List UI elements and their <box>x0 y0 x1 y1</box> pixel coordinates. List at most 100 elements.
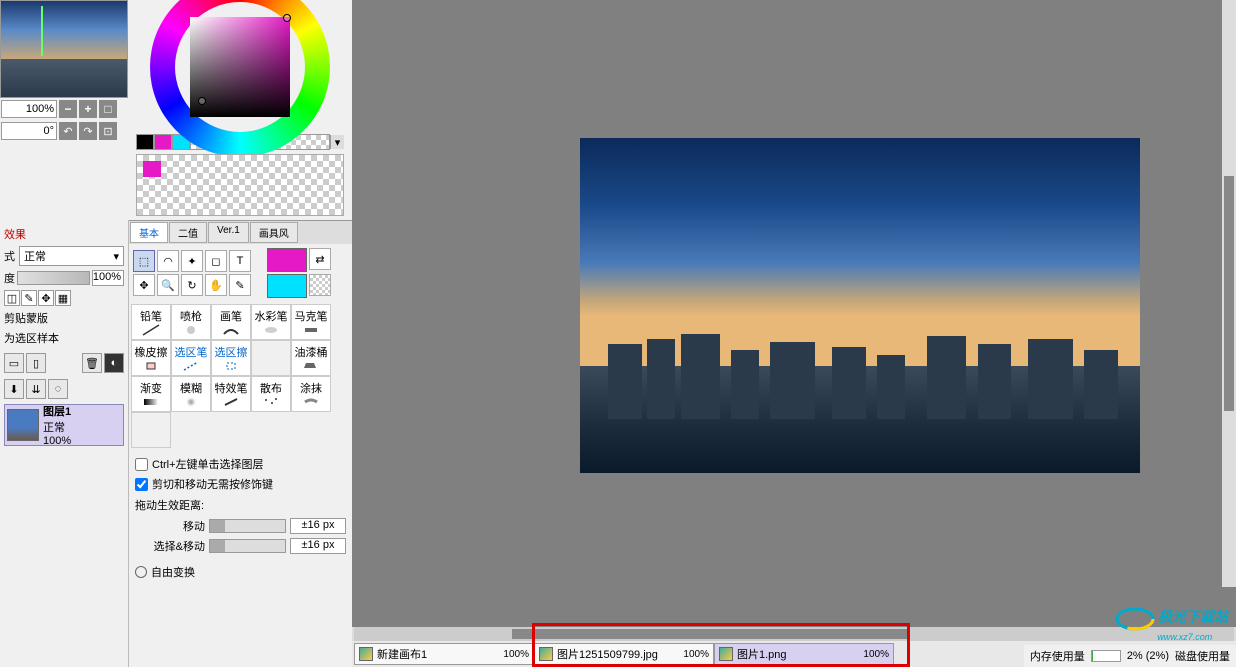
canvas-view[interactable] <box>352 0 1236 627</box>
brush-watercolor[interactable]: 水彩笔 <box>251 304 291 340</box>
layer-thumbnail <box>7 409 39 441</box>
rotate-cw-button[interactable]: ↷ <box>79 122 97 140</box>
opacity-slider[interactable] <box>17 271 90 285</box>
zoom-tool[interactable]: 🔍 <box>157 274 179 296</box>
tool-tabs: 基本 二值 Ver.1 画具风 <box>129 220 352 244</box>
lock-move-toggle[interactable]: ✥ <box>38 290 54 306</box>
swatch-menu-button[interactable]: ▾ <box>330 135 344 149</box>
cut-move-label: 剪切和移动无需按修饰键 <box>152 476 273 492</box>
tab-basic[interactable]: 基本 <box>130 222 168 243</box>
brush-blur[interactable]: 模糊 <box>171 376 211 412</box>
lock-all-toggle[interactable]: ▦ <box>55 290 71 306</box>
ctrl-click-label: Ctrl+左键单击选择图层 <box>152 456 264 472</box>
wand-tool[interactable]: ✦ <box>181 250 203 272</box>
bg-color-swatch[interactable] <box>267 274 307 298</box>
opacity-value[interactable]: 100% <box>92 270 124 286</box>
tab-binary[interactable]: 二值 <box>169 222 207 243</box>
transparent-toggle[interactable] <box>309 274 331 296</box>
layer-item[interactable]: 图层1 正常 100% <box>4 404 124 446</box>
brush-smudge[interactable]: 涂抹 <box>291 376 331 412</box>
watermark: 极光下载站 www.xz7.com <box>1115 606 1228 643</box>
opacity-label: 度 <box>4 270 15 286</box>
brush-fx[interactable]: 特效笔 <box>211 376 251 412</box>
blend-mode-dropdown[interactable]: 正常▾ <box>19 246 124 266</box>
doc-icon <box>719 647 733 661</box>
text-tool[interactable]: T <box>229 250 251 272</box>
brush-scatter[interactable]: 散布 <box>251 376 291 412</box>
mask-button[interactable]: ◐ <box>104 353 124 373</box>
zoom-fit-button[interactable]: □ <box>99 100 117 118</box>
new-layer-button[interactable]: ▭ <box>4 353 24 373</box>
delete-layer-button[interactable]: 🗑 <box>82 353 102 373</box>
fg-color-swatch[interactable] <box>267 248 307 272</box>
brush-empty1[interactable] <box>251 340 291 376</box>
zoom-out-button[interactable]: − <box>59 100 77 118</box>
marquee-tool[interactable]: ⬚ <box>133 250 155 272</box>
brush-pencil[interactable]: 铅笔 <box>131 304 171 340</box>
shape-tool[interactable]: ◻ <box>205 250 227 272</box>
brush-marker[interactable]: 马克笔 <box>291 304 331 340</box>
mem-label: 内存使用量 <box>1030 648 1085 664</box>
doc-tab-canvas1[interactable]: 新建画布1 100% <box>354 643 534 665</box>
effects-label: 效果 <box>4 224 124 244</box>
swap-colors-button[interactable]: ⇄ <box>309 248 331 270</box>
new-folder-button[interactable]: ▯ <box>26 353 46 373</box>
free-transform-label: 自由变换 <box>151 564 195 580</box>
free-transform-radio[interactable] <box>135 566 147 578</box>
color-wheel[interactable] <box>143 2 338 132</box>
lock-pixel-toggle[interactable]: ✎ <box>21 290 37 306</box>
brush-seleraser[interactable]: 选区擦 <box>211 340 251 376</box>
move-tool[interactable]: ✥ <box>133 274 155 296</box>
select-move-slider[interactable] <box>209 539 286 553</box>
selection-sample-label: 为选区样本 <box>4 328 124 348</box>
doc-icon <box>539 647 553 661</box>
cut-move-checkbox[interactable] <box>135 478 148 491</box>
select-move-label: 选择&移动 <box>135 538 205 554</box>
brush-airbrush[interactable]: 喷枪 <box>171 304 211 340</box>
zoom-input[interactable] <box>1 100 57 118</box>
status-bar: 内存使用量 2% (2%) 磁盘使用量 <box>1024 645 1236 667</box>
brush-selpen[interactable]: 选区笔 <box>171 340 211 376</box>
merge-down-button[interactable]: ⬇ <box>4 379 24 399</box>
tab-painttool[interactable]: 画具风 <box>250 222 298 243</box>
layer-opacity: 100% <box>43 435 71 447</box>
brush-brush[interactable]: 画笔 <box>211 304 251 340</box>
mem-value: 2% (2%) <box>1127 650 1169 662</box>
brush-preset-grid: 铅笔 喷枪 画笔 水彩笔 马克笔 橡皮擦 选区笔 选区擦 油漆桶 渐变 模糊 特… <box>129 302 352 450</box>
drag-distance-label: 拖动生效距离: <box>135 494 346 516</box>
clear-layer-button[interactable]: ◌ <box>48 379 68 399</box>
doc-tab-jpg[interactable]: 图片1251509799.jpg 100% <box>534 643 714 665</box>
move-slider[interactable] <box>209 519 286 533</box>
vertical-scrollbar[interactable] <box>1222 0 1236 587</box>
hand-tool[interactable]: ✋ <box>205 274 227 296</box>
swatch-black[interactable] <box>136 134 154 150</box>
rotate-tool[interactable]: ↻ <box>181 274 203 296</box>
swatch-magenta[interactable] <box>154 134 172 150</box>
horizontal-scrollbar[interactable] <box>352 627 1236 641</box>
scratchpad[interactable] <box>136 154 344 216</box>
select-move-value[interactable]: ±16 px <box>290 538 346 554</box>
rotation-input[interactable] <box>1 122 57 140</box>
brush-gradient[interactable]: 渐变 <box>131 376 171 412</box>
move-label: 移动 <box>135 518 205 534</box>
clipping-label: 剪贴蒙版 <box>4 308 124 328</box>
layer-mode: 正常 <box>43 419 71 435</box>
eyedropper-tool[interactable]: ✎ <box>229 274 251 296</box>
disk-label: 磁盘使用量 <box>1175 648 1230 664</box>
lock-alpha-toggle[interactable]: ◫ <box>4 290 20 306</box>
doc-icon <box>359 647 373 661</box>
transfer-button[interactable]: ⇊ <box>26 379 46 399</box>
lasso-tool[interactable]: ◠ <box>157 250 179 272</box>
tab-ver1[interactable]: Ver.1 <box>208 222 249 243</box>
brush-empty2[interactable] <box>131 412 171 448</box>
rotate-reset-button[interactable]: ⊡ <box>99 122 117 140</box>
rotate-ccw-button[interactable]: ↶ <box>59 122 77 140</box>
zoom-in-button[interactable]: + <box>79 100 97 118</box>
mem-meter <box>1091 650 1121 662</box>
brush-eraser[interactable]: 橡皮擦 <box>131 340 171 376</box>
brush-bucket[interactable]: 油漆桶 <box>291 340 331 376</box>
navigator-thumbnail[interactable] <box>0 0 128 98</box>
ctrl-click-checkbox[interactable] <box>135 458 148 471</box>
doc-tab-png[interactable]: 图片1.png 100% <box>714 643 894 665</box>
move-value[interactable]: ±16 px <box>290 518 346 534</box>
